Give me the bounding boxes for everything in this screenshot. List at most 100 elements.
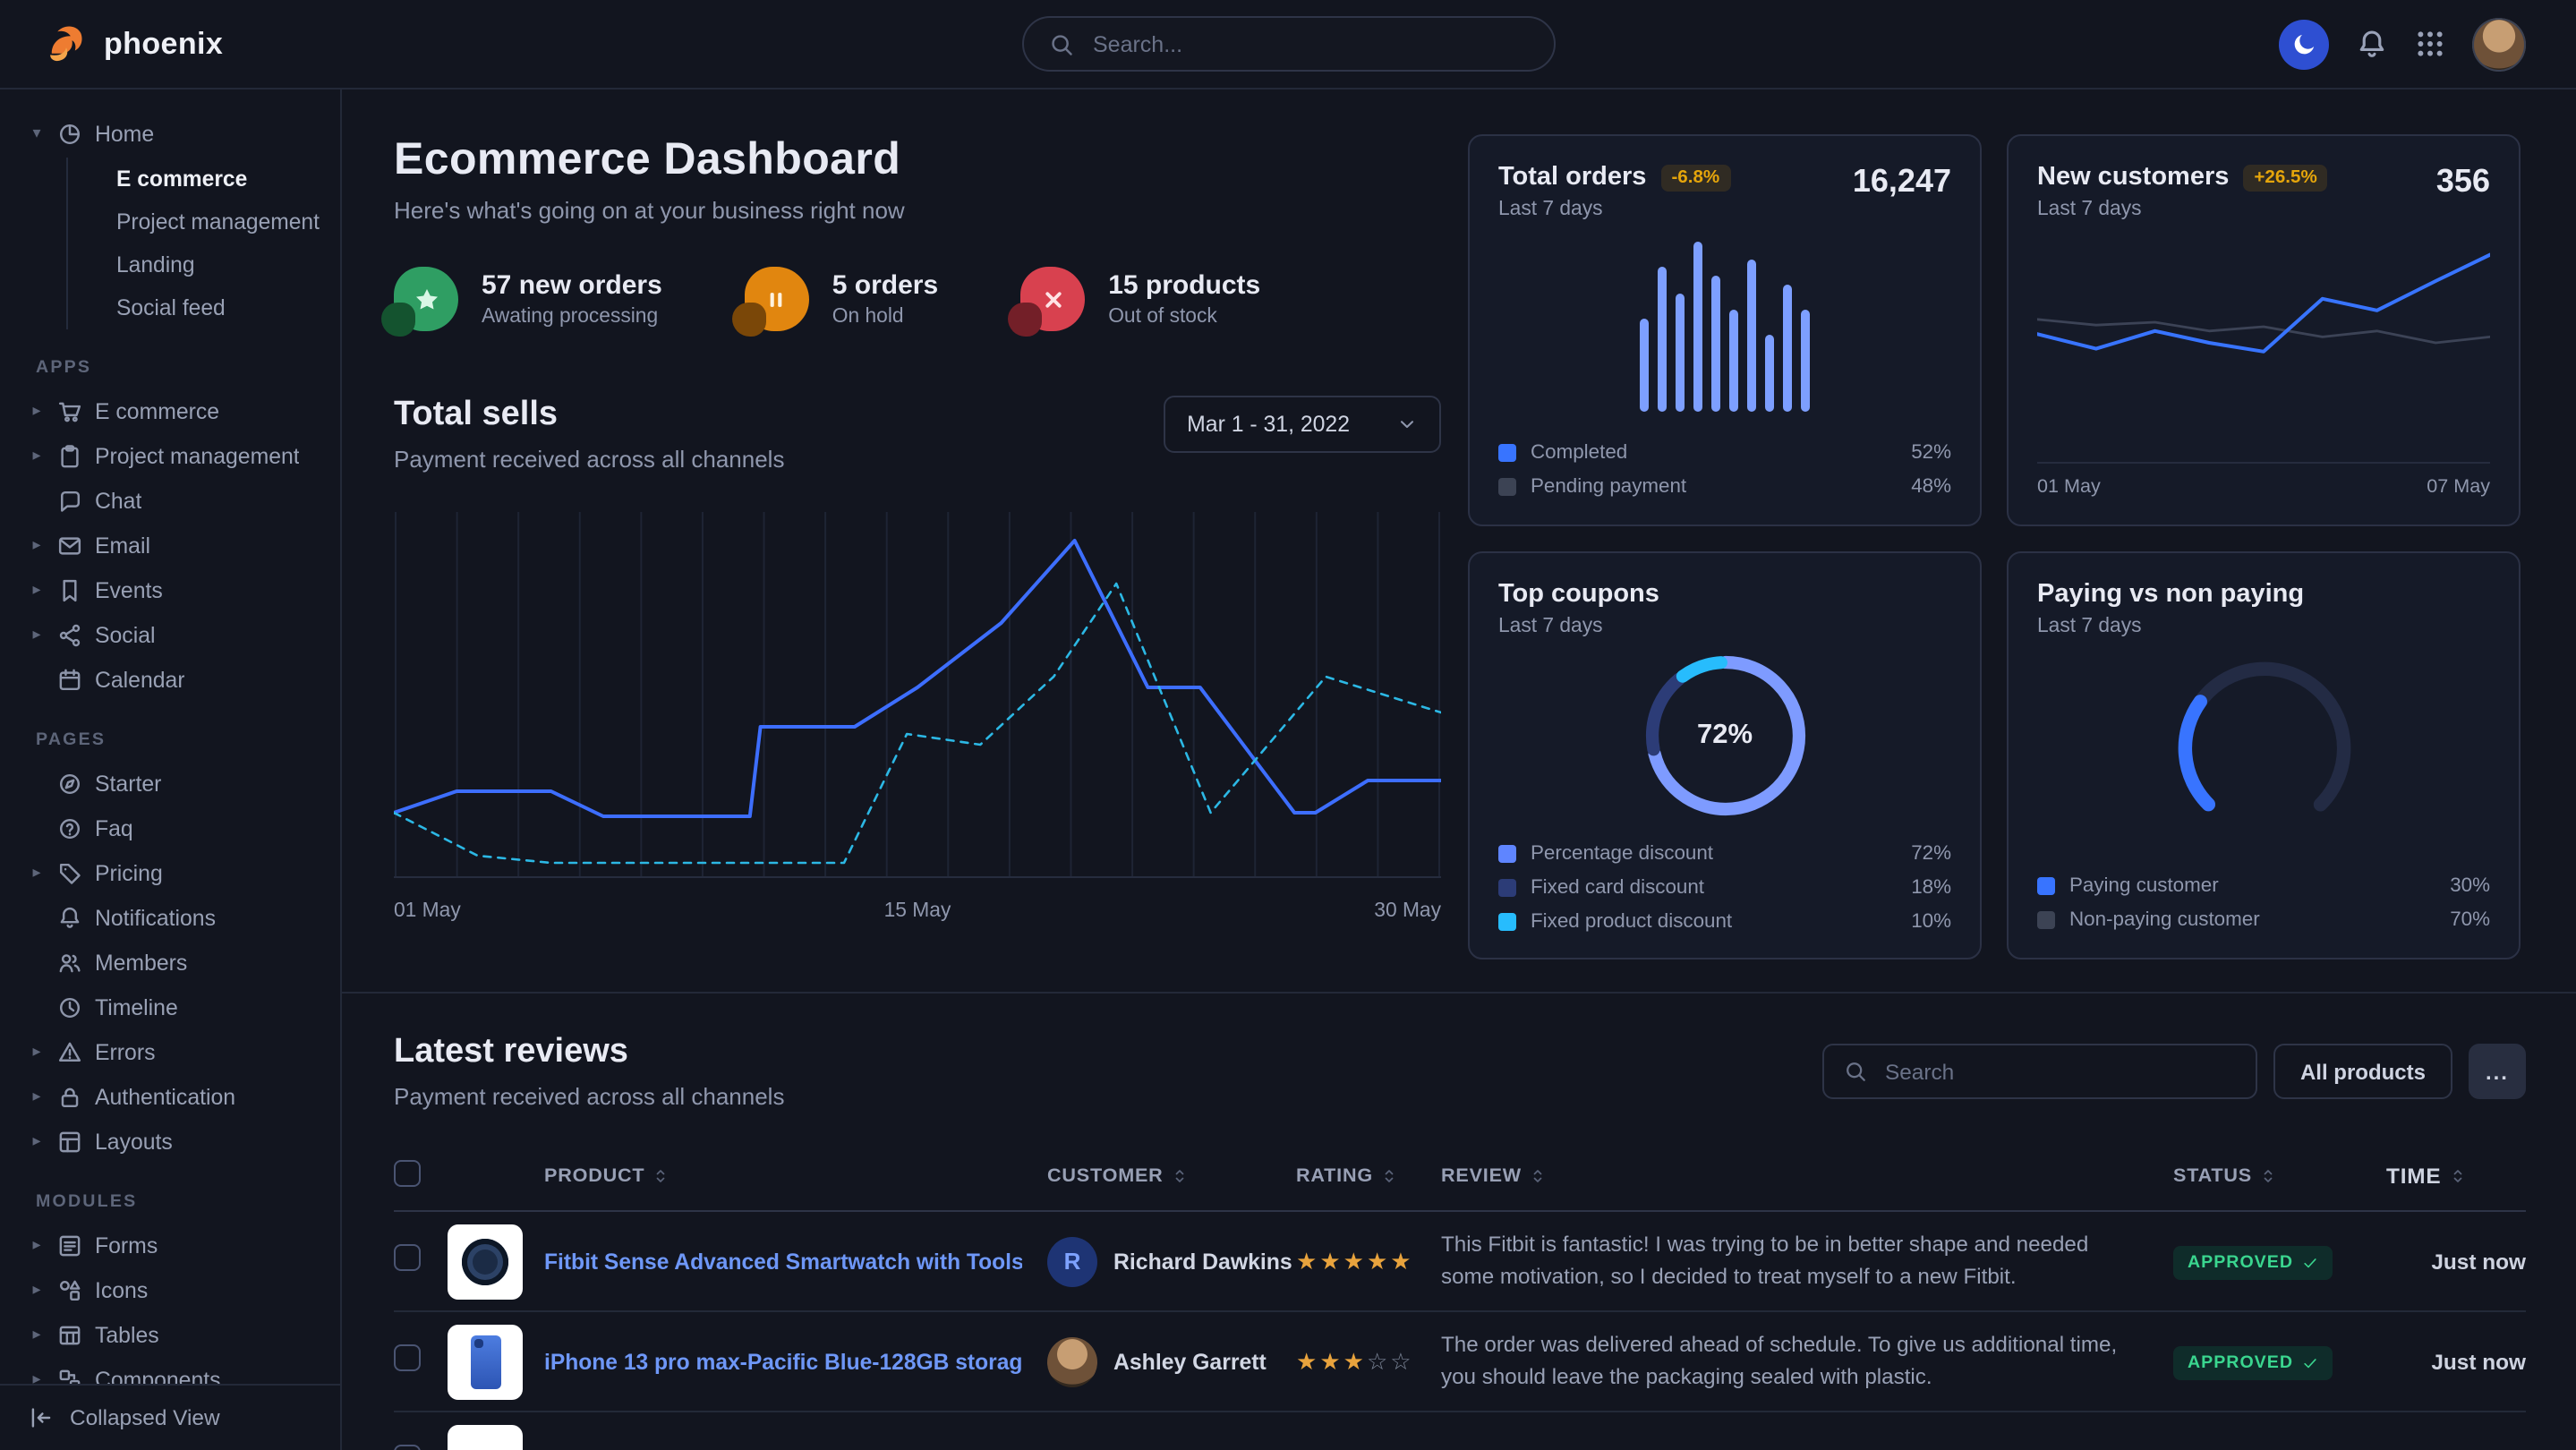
main-content: Ecommerce Dashboard Here's what's going … [342,90,2576,1450]
sidebar-item-forms[interactable]: ▸Forms [18,1223,322,1267]
total-sells-x-axis: 01 May 15 May 30 May [394,900,1441,922]
column-header-rating[interactable]: RATING [1296,1165,1441,1187]
global-search-input[interactable] [1089,30,1528,58]
top-coupons-legend: Percentage discount72%Fixed card discoun… [1498,831,1951,933]
more-options-button[interactable]: ... [2469,1044,2526,1099]
sidebar-item-project-management[interactable]: Project management [68,200,322,243]
select-all-checkbox[interactable] [394,1160,421,1187]
column-header-status[interactable]: STATUS [2173,1165,2386,1187]
column-header-time[interactable]: TIME [2386,1164,2526,1189]
sidebar-item-tables[interactable]: ▸Tables [18,1312,322,1357]
sidebar-item-label: Home [95,121,154,146]
notifications-button[interactable] [2356,28,2388,60]
card-period: Last 7 days [2037,199,2328,220]
sidebar-item-project-management[interactable]: ▸Project management [18,433,322,478]
sidebar-item-layouts[interactable]: ▸Layouts [18,1119,322,1164]
sidebar-item-pricing[interactable]: ▸Pricing [18,850,322,895]
delta-badge: -6.8% [1660,164,1730,191]
sidebar-item-starter[interactable]: Starter [18,761,322,806]
legend-swatch [1498,879,1516,897]
sidebar-item-e-commerce[interactable]: E commerce [68,158,322,200]
product-link[interactable]: Fitbit Sense Advanced Smartwatch with To… [544,1249,1022,1274]
legend-value: 10% [1911,911,1951,933]
chat-icon [57,488,82,513]
sidebar-item-calendar[interactable]: Calendar [18,657,322,702]
reviews-search-input[interactable] [1881,1057,2236,1086]
legend-item: Percentage discount72% [1498,843,1951,865]
caret-icon: ▸ [29,1131,45,1151]
legend-value: 72% [1911,843,1951,865]
top-coupons-card: Top coupons Last 7 days 72% Percentage d… [1468,551,1982,960]
pause-icon [745,267,809,331]
table-icon [57,1322,82,1347]
table-header: PRODUCT CUSTOMER RATINGREVIEW STATUSTIME [394,1144,2526,1212]
customer-cell[interactable]: RRichard Dawkins [1047,1236,1296,1286]
star-icon [394,267,458,331]
legend-label: Paying customer [2069,875,2219,897]
caret-icon: ▸ [29,446,45,465]
status-badge: APPROVED [2173,1245,2333,1279]
sidebar-item-icons[interactable]: ▸Icons [18,1267,322,1312]
sidebar-item-label: Tables [95,1322,159,1347]
sidebar-section-label: MODULES [36,1192,322,1212]
brand-name: phoenix [104,26,223,62]
column-header-customer[interactable]: CUSTOMER [1047,1165,1189,1187]
sidebar-item-timeline[interactable]: Timeline [18,985,322,1029]
sidebar-item-email[interactable]: ▸Email [18,523,322,567]
total-sells-subtitle: Payment received across all channels [394,446,784,473]
sidebar-item-chat[interactable]: Chat [18,478,322,523]
customer-cell[interactable]: Ashley Garrett [1047,1336,1296,1386]
review-time: Just now [2386,1349,2526,1374]
bar [1676,293,1685,412]
sidebar-item-social-feed[interactable]: Social feed [68,286,322,329]
column-header-review[interactable]: REVIEW [1441,1165,2123,1187]
page-title: Ecommerce Dashboard [394,134,1441,186]
legend-value: 18% [1911,877,1951,899]
stat-57-new-orders: 57 new ordersAwating processing [394,267,662,331]
date-range-select[interactable]: Mar 1 - 31, 2022 [1164,396,1441,453]
sidebar-item-errors[interactable]: ▸Errors [18,1029,322,1074]
legend-label: Completed [1531,442,1627,464]
brand[interactable]: phoenix [43,21,223,67]
grid-icon [2415,29,2445,59]
navbar-actions [2279,17,2526,71]
caret-icon: ▾ [29,124,45,143]
sidebar-item-faq[interactable]: Faq [18,806,322,850]
row-checkbox[interactable] [394,1343,421,1370]
sidebar-item-e-commerce[interactable]: ▸E commerce [18,388,322,433]
sidebar-item-social[interactable]: ▸Social [18,612,322,657]
column-header-product[interactable]: PRODUCT [544,1165,1022,1187]
sidebar-item-members[interactable]: Members [18,940,322,985]
sidebar-item-label: E commerce [95,398,219,423]
caret-icon: ▸ [29,580,45,600]
sidebar-section-label: APPS [36,358,322,378]
clock-icon [57,994,82,1019]
bar [1747,259,1756,412]
sidebar-item-landing[interactable]: Landing [68,243,322,286]
reviews-controls: All products ... [1822,1044,2526,1099]
sort-icon [2448,1167,2466,1185]
reviews-search[interactable] [1822,1044,2257,1099]
bar [1801,310,1810,412]
row-checkbox[interactable] [394,1243,421,1270]
card-period: Last 7 days [1498,199,1730,220]
sidebar-item-notifications[interactable]: Notifications [18,895,322,940]
global-search[interactable] [1021,16,1555,72]
status-badge: APPROVED [2173,1345,2333,1379]
product-link[interactable]: iPhone 13 pro max-Pacific Blue-128GB sto… [544,1349,1022,1374]
delta-badge: +26.5% [2243,164,2327,191]
sort-icon [2259,1167,2277,1185]
x-icon [1020,267,1085,331]
sidebar-item-events[interactable]: ▸Events [18,567,322,612]
collapsed-view-toggle[interactable]: Collapsed View [0,1384,340,1450]
theme-toggle-button[interactable] [2279,19,2329,69]
sidebar-item-home[interactable]: ▾ Home [18,111,322,156]
user-avatar[interactable] [2472,17,2526,71]
sidebar-item-authentication[interactable]: ▸Authentication [18,1074,322,1119]
all-products-button[interactable]: All products [2273,1044,2452,1099]
shapes-icon [57,1277,82,1302]
clipboard-icon [57,443,82,468]
apps-grid-button[interactable] [2415,29,2445,59]
warning-icon [57,1039,82,1064]
table-row: Fitbit Sense Advanced Smartwatch with To… [394,1212,2526,1312]
